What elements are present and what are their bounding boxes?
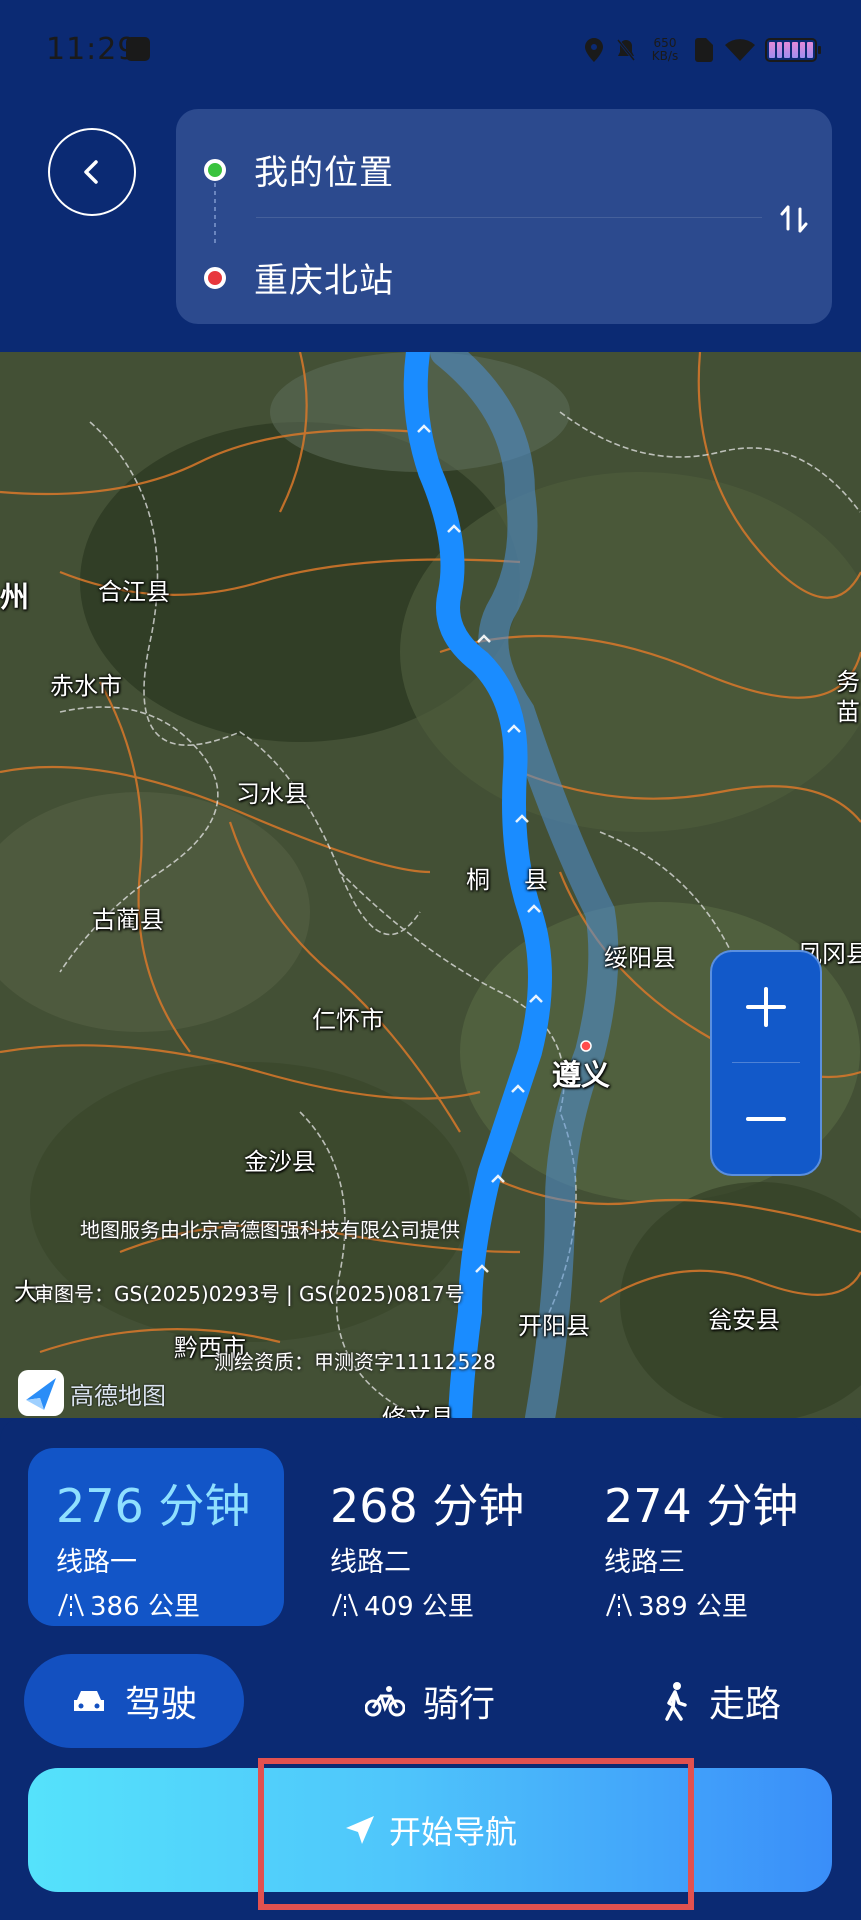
amap-logo: 高德地图 xyxy=(18,1370,166,1416)
navigation-arrow-icon xyxy=(345,1816,374,1844)
destination-field[interactable]: 重庆北站 xyxy=(204,253,394,302)
map-label-edge-zhou: 州 xyxy=(0,580,30,614)
start-navigation-button[interactable]: 开始导航 xyxy=(28,1768,832,1892)
minus-icon xyxy=(746,1117,786,1121)
map-label-renhuai: 仁怀市 xyxy=(312,1006,384,1034)
origin-text: 我的位置 xyxy=(254,153,394,193)
route-time: 276 分钟 xyxy=(56,1479,251,1533)
wifi-icon xyxy=(725,37,755,63)
zoom-separator xyxy=(732,1062,800,1063)
net-speed: 650 KB/s xyxy=(647,37,683,63)
route-distance: 409 公里 xyxy=(330,1586,474,1623)
notification-app-icon xyxy=(126,37,150,61)
satellite-map xyxy=(0,352,861,1418)
status-icons: 650 KB/s xyxy=(583,30,821,70)
map-label-hejiang: 合江县 xyxy=(98,578,170,606)
mode-tab-bike[interactable]: 骑行 xyxy=(330,1654,530,1748)
route-option-2[interactable]: 268 分钟 线路二 409 公里 xyxy=(302,1448,558,1626)
status-time: 11:29 xyxy=(46,32,138,67)
route-name: 线路二 xyxy=(330,1547,411,1578)
map-label-tongzi-b: 县 xyxy=(524,866,548,894)
route-name: 线路一 xyxy=(56,1547,137,1578)
route-divider xyxy=(256,217,762,218)
map-label-wengan: 瓮安县 xyxy=(708,1306,780,1334)
route-name: 线路三 xyxy=(604,1547,685,1578)
amap-logo-text: 高德地图 xyxy=(70,1381,166,1410)
location-icon xyxy=(583,37,605,63)
route-option-3[interactable]: 274 分钟 线路三 389 公里 xyxy=(576,1448,832,1626)
map-label-xishui: 习水县 xyxy=(236,780,308,808)
map-label-xiuwen: 修文县 xyxy=(382,1404,454,1418)
road-icon xyxy=(332,1593,358,1616)
status-bar: 11:29 650 KB/s xyxy=(0,0,861,100)
map-label-jinsha: 金沙县 xyxy=(244,1148,316,1176)
road-icon xyxy=(58,1593,84,1616)
mode-tab-walk[interactable]: 走路 xyxy=(620,1654,820,1748)
route-option-1[interactable]: 276 分钟 线路一 386 公里 xyxy=(28,1448,284,1626)
start-navigation-label: 开始导航 xyxy=(388,1813,517,1851)
battery-icon xyxy=(765,38,821,62)
route-distance-text: 386 公里 xyxy=(90,1592,200,1622)
route-distance-text: 389 公里 xyxy=(638,1592,748,1622)
mode-tab-drive[interactable]: 驾驶 xyxy=(24,1654,244,1748)
walk-icon xyxy=(665,1682,687,1721)
route-distance: 386 公里 xyxy=(56,1586,200,1623)
zoom-out-button[interactable] xyxy=(712,1064,820,1174)
map-credit-review: 审图号：GS(2025)0293号 | GS(2025)0817号 xyxy=(34,1282,465,1306)
road-icon xyxy=(606,1593,632,1616)
origin-field[interactable]: 我的位置 xyxy=(204,145,394,194)
mode-label: 骑行 xyxy=(422,1684,495,1725)
route-input-card: 我的位置 重庆北站 xyxy=(176,109,832,324)
route-time: 268 分钟 xyxy=(330,1479,525,1533)
map-credit-provider: 地图服务由北京高德图强科技有限公司提供 xyxy=(80,1218,460,1242)
zoom-control xyxy=(710,950,822,1176)
net-speed-value: 650 xyxy=(653,36,677,50)
origin-dot-icon xyxy=(204,158,226,181)
swap-vertical-icon[interactable] xyxy=(774,199,814,239)
zoom-in-button[interactable] xyxy=(712,952,820,1062)
net-speed-unit: KB/s xyxy=(651,49,679,63)
map-label-kaiyang: 开阳县 xyxy=(518,1312,590,1340)
map-label-edge-miao: 苗 xyxy=(836,698,860,726)
plus-icon xyxy=(746,987,786,1027)
map-label-gulin: 古蔺县 xyxy=(92,906,164,934)
mode-label: 驾驶 xyxy=(124,1684,197,1725)
bicycle-icon xyxy=(364,1686,405,1717)
map-view[interactable]: 州 合江县 赤水市 习水县 古蔺县 桐 县 绥阳县 凤冈县 务 苗 仁怀市 遵义… xyxy=(0,352,861,1418)
mute-icon xyxy=(615,37,637,63)
car-icon xyxy=(73,1691,104,1711)
route-distance: 389 公里 xyxy=(604,1586,748,1623)
back-button[interactable] xyxy=(48,128,136,216)
amap-logo-icon xyxy=(18,1370,64,1416)
route-distance-text: 409 公里 xyxy=(364,1592,474,1622)
bottom-panel: 276 分钟 线路一 386 公里 268 分钟 线路二 409 公里 274 … xyxy=(0,1418,861,1920)
map-credit-survey: 测绘资质：甲测资字11112528 xyxy=(214,1350,496,1374)
route-time: 274 分钟 xyxy=(604,1479,799,1533)
map-label-suiyang: 绥阳县 xyxy=(604,944,676,972)
sim-icon xyxy=(693,37,715,63)
map-label-zunyi: 遵义 xyxy=(552,1058,611,1092)
destination-text: 重庆北站 xyxy=(254,261,394,301)
map-label-tongzi-a: 桐 xyxy=(466,866,490,894)
chevron-left-icon xyxy=(84,160,98,184)
map-label-chishui: 赤水市 xyxy=(50,672,122,700)
mode-label: 走路 xyxy=(708,1684,781,1725)
destination-dot-icon xyxy=(204,266,226,289)
